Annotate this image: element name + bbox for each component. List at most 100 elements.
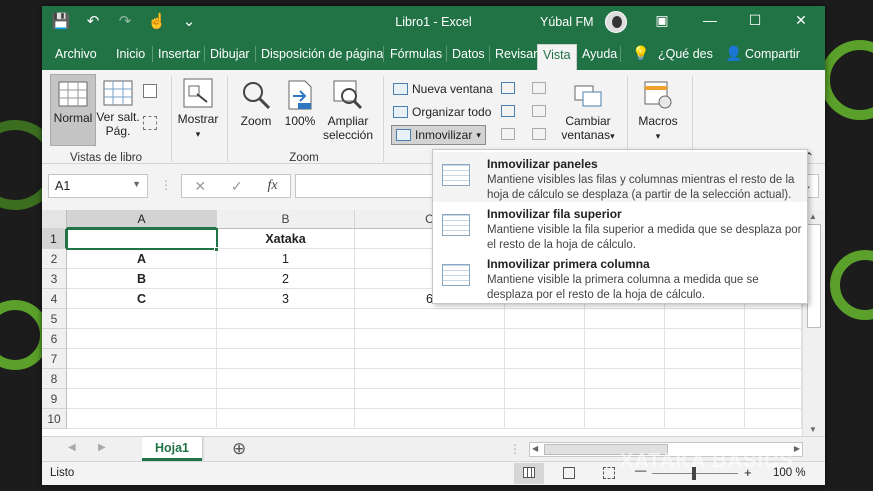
cell-F6[interactable] xyxy=(665,329,745,349)
share-user-icon[interactable]: 👤 xyxy=(725,45,742,62)
tab-insertar[interactable]: Insertar xyxy=(158,47,200,61)
tab-ayuda[interactable]: Ayuda xyxy=(582,47,617,61)
page-break-preview-button[interactable]: Ver salt. Pág. xyxy=(96,80,140,138)
cell-G8[interactable] xyxy=(745,369,802,389)
arrange-all-button[interactable]: Organizar todo xyxy=(393,105,491,119)
column-header[interactable]: B xyxy=(217,210,355,229)
macros-button[interactable]: Macros ▾ xyxy=(632,80,684,143)
row-header[interactable]: 4 xyxy=(42,289,67,309)
avatar[interactable] xyxy=(605,11,627,33)
enter-icon[interactable]: ✓ xyxy=(231,178,243,195)
page-layout-icon[interactable] xyxy=(143,84,157,98)
scroll-left-icon[interactable]: ◀ xyxy=(532,444,538,453)
maximize-icon[interactable]: ☐ xyxy=(743,12,767,29)
cell-G9[interactable] xyxy=(745,389,802,409)
cell-C7[interactable] xyxy=(355,349,505,369)
cell-C8[interactable] xyxy=(355,369,505,389)
unhide-icon[interactable] xyxy=(501,128,515,140)
next-sheet-icon[interactable]: ▶ xyxy=(98,442,106,453)
cell-A10[interactable] xyxy=(67,409,217,429)
switch-windows-button[interactable]: Cambiar ventanas▾ xyxy=(556,80,620,143)
menu-item-freeze-panes[interactable]: Inmovilizar paneles Mantiene visibles la… xyxy=(433,152,807,202)
user-name[interactable]: Yúbal FM xyxy=(540,15,594,29)
ribbon-display-options-icon[interactable]: ▣ xyxy=(650,12,674,29)
cell-B2[interactable]: 1 xyxy=(217,249,355,269)
cell-F10[interactable] xyxy=(665,409,745,429)
show-button[interactable]: Mostrar ▾ xyxy=(176,78,220,141)
page-break-status-icon[interactable] xyxy=(603,467,615,479)
cell-F9[interactable] xyxy=(665,389,745,409)
tell-me-search[interactable]: ¿Qué des xyxy=(658,47,713,61)
split-handle-icon[interactable]: ⋮ xyxy=(509,442,521,456)
add-sheet-icon[interactable]: ⊕ xyxy=(232,439,246,459)
cell-F8[interactable] xyxy=(665,369,745,389)
scroll-down-icon[interactable]: ▼ xyxy=(809,425,817,434)
column-header[interactable]: A xyxy=(67,210,217,229)
cell-A7[interactable] xyxy=(67,349,217,369)
cell-C9[interactable] xyxy=(355,389,505,409)
tab-dibujar[interactable]: Dibujar xyxy=(210,47,250,61)
select-all-corner[interactable] xyxy=(42,210,67,229)
cell-B3[interactable]: 2 xyxy=(217,269,355,289)
tab-datos[interactable]: Datos xyxy=(452,47,485,61)
custom-views-icon[interactable] xyxy=(143,116,157,130)
tab-vista[interactable]: Vista xyxy=(537,44,577,70)
menu-item-freeze-top-row[interactable]: Inmovilizar fila superior Mantiene visib… xyxy=(433,202,807,252)
row-header[interactable]: 3 xyxy=(42,269,67,289)
cell-B4[interactable]: 3 xyxy=(217,289,355,309)
cell-C10[interactable] xyxy=(355,409,505,429)
cell-E8[interactable] xyxy=(585,369,665,389)
cell-D7[interactable] xyxy=(505,349,585,369)
cell-B6[interactable] xyxy=(217,329,355,349)
cell-E10[interactable] xyxy=(585,409,665,429)
cell-G6[interactable] xyxy=(745,329,802,349)
normal-view-button[interactable]: Normal xyxy=(50,74,96,146)
lightbulb-icon[interactable]: 💡 xyxy=(632,45,649,62)
zoom-100-button[interactable]: 100% xyxy=(280,80,320,128)
zoom-to-selection-button[interactable]: Ampliar selección xyxy=(320,80,376,142)
cell-C5[interactable] xyxy=(355,309,505,329)
row-header[interactable]: 6 xyxy=(42,329,67,349)
fill-handle[interactable] xyxy=(214,247,219,252)
cell-D5[interactable] xyxy=(505,309,585,329)
cell-A6[interactable] xyxy=(67,329,217,349)
cell-A2[interactable]: A xyxy=(67,249,217,269)
prev-sheet-icon[interactable]: ◀ xyxy=(68,442,76,453)
cell-E9[interactable] xyxy=(585,389,665,409)
cell-D9[interactable] xyxy=(505,389,585,409)
row-header[interactable]: 9 xyxy=(42,389,67,409)
row-header[interactable]: 2 xyxy=(42,249,67,269)
cell-A8[interactable] xyxy=(67,369,217,389)
tab-revisar[interactable]: Revisar xyxy=(495,47,537,61)
cell-G5[interactable] xyxy=(745,309,802,329)
cancel-icon[interactable]: ✕ xyxy=(194,178,206,195)
cell-B1[interactable]: Xataka xyxy=(217,229,355,249)
cell-F5[interactable] xyxy=(665,309,745,329)
cell-E6[interactable] xyxy=(585,329,665,349)
reset-window-position-icon[interactable] xyxy=(532,128,546,140)
cell-G7[interactable] xyxy=(745,349,802,369)
scroll-up-icon[interactable]: ▲ xyxy=(809,212,817,221)
insert-function-icon[interactable]: fx xyxy=(267,178,277,194)
view-side-by-side-icon[interactable] xyxy=(532,82,546,94)
name-box[interactable]: A1 ▼ xyxy=(48,174,148,198)
cell-B10[interactable] xyxy=(217,409,355,429)
cell-A3[interactable]: B xyxy=(67,269,217,289)
cell-G10[interactable] xyxy=(745,409,802,429)
page-layout-status-icon[interactable] xyxy=(563,467,575,479)
cell-B5[interactable] xyxy=(217,309,355,329)
cell-D10[interactable] xyxy=(505,409,585,429)
row-header[interactable]: 10 xyxy=(42,409,67,429)
cell-B9[interactable] xyxy=(217,389,355,409)
cell-E5[interactable] xyxy=(585,309,665,329)
scrollbar-thumb[interactable] xyxy=(807,224,821,328)
cell-B8[interactable] xyxy=(217,369,355,389)
synchronous-scroll-icon[interactable] xyxy=(532,105,546,117)
cell-B7[interactable] xyxy=(217,349,355,369)
cell-A5[interactable] xyxy=(67,309,217,329)
minimize-icon[interactable]: — xyxy=(698,12,722,28)
zoom-button[interactable]: Zoom xyxy=(234,80,278,128)
cell-F7[interactable] xyxy=(665,349,745,369)
split-icon[interactable] xyxy=(501,82,515,94)
row-header[interactable]: 8 xyxy=(42,369,67,389)
